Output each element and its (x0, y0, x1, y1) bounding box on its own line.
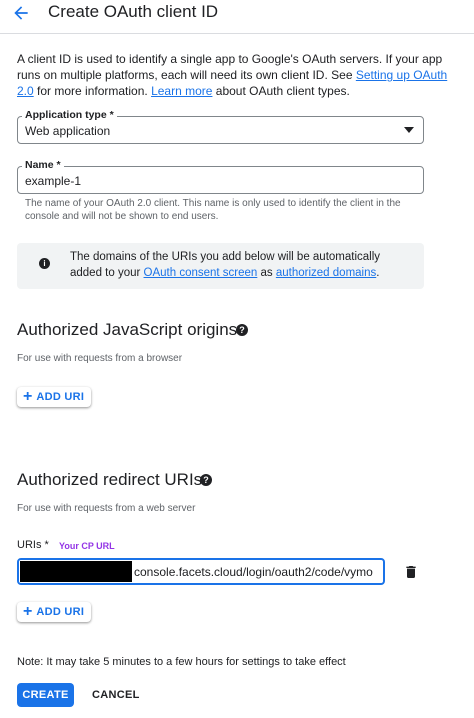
help-icon[interactable]: ? (236, 324, 248, 336)
add-js-origin-label: ADD URI (36, 391, 85, 403)
info-text-3: . (376, 267, 380, 279)
intro-text-3: about OAuth client types. (212, 84, 350, 98)
redirect-uri-value: console.facets.cloud/login/oauth2/code/v… (134, 565, 373, 579)
info-icon: i (39, 258, 50, 269)
help-icon[interactable]: ? (200, 474, 212, 486)
cp-url-annotation: Your CP URL (59, 541, 115, 551)
plus-icon: + (23, 388, 33, 405)
cancel-button-label: CANCEL (92, 689, 140, 701)
settings-note: Note: It may take 5 minutes to a few hou… (17, 656, 346, 668)
name-input-value: example-1 (25, 174, 82, 188)
dropdown-arrow-icon (404, 127, 414, 133)
name-label: Name * (22, 159, 64, 171)
js-origins-subtitle: For use with requests from a browser (17, 353, 183, 364)
application-type-label: Application type * (22, 109, 117, 121)
info-box: i The domains of the URIs you add below … (17, 243, 424, 289)
header-divider (0, 33, 474, 34)
redirect-uri-input[interactable]: console.facets.cloud/login/oauth2/code/v… (17, 558, 385, 585)
page-header: Create OAuth client ID (0, 0, 474, 34)
arrow-back-icon[interactable] (10, 3, 32, 23)
page-title: Create OAuth client ID (48, 2, 219, 21)
intro-text-2: for more information. (33, 84, 152, 98)
authorized-domains-link[interactable]: authorized domains (276, 267, 376, 279)
name-hint: The name of your OAuth 2.0 client. This … (25, 198, 401, 222)
info-text-2: as (257, 267, 276, 279)
cancel-button[interactable]: CANCEL (92, 689, 140, 701)
redirect-uris-subtitle: For use with requests from a web server (17, 503, 196, 514)
create-button[interactable]: CREATE (17, 683, 74, 707)
add-redirect-uri-label: ADD URI (36, 606, 85, 618)
application-type-value: Web application (25, 124, 111, 138)
uris-label: URIs * (17, 539, 49, 551)
name-input[interactable]: example-1 (17, 166, 424, 194)
trash-icon[interactable] (403, 564, 419, 580)
redacted-block (20, 561, 132, 582)
learn-more-link[interactable]: Learn more (151, 84, 212, 98)
intro-paragraph: A client ID is used to identify a single… (17, 51, 457, 99)
create-button-label: CREATE (22, 689, 69, 701)
plus-icon: + (23, 603, 33, 620)
add-js-origin-button[interactable]: + ADD URI (17, 387, 92, 407)
add-redirect-uri-button[interactable]: + ADD URI (17, 602, 92, 622)
js-origins-title: Authorized JavaScript origins (17, 320, 238, 339)
oauth-consent-screen-link[interactable]: OAuth consent screen (144, 267, 258, 279)
info-text: The domains of the URIs you add below wi… (70, 249, 410, 281)
redirect-uris-title: Authorized redirect URIs (17, 470, 203, 489)
